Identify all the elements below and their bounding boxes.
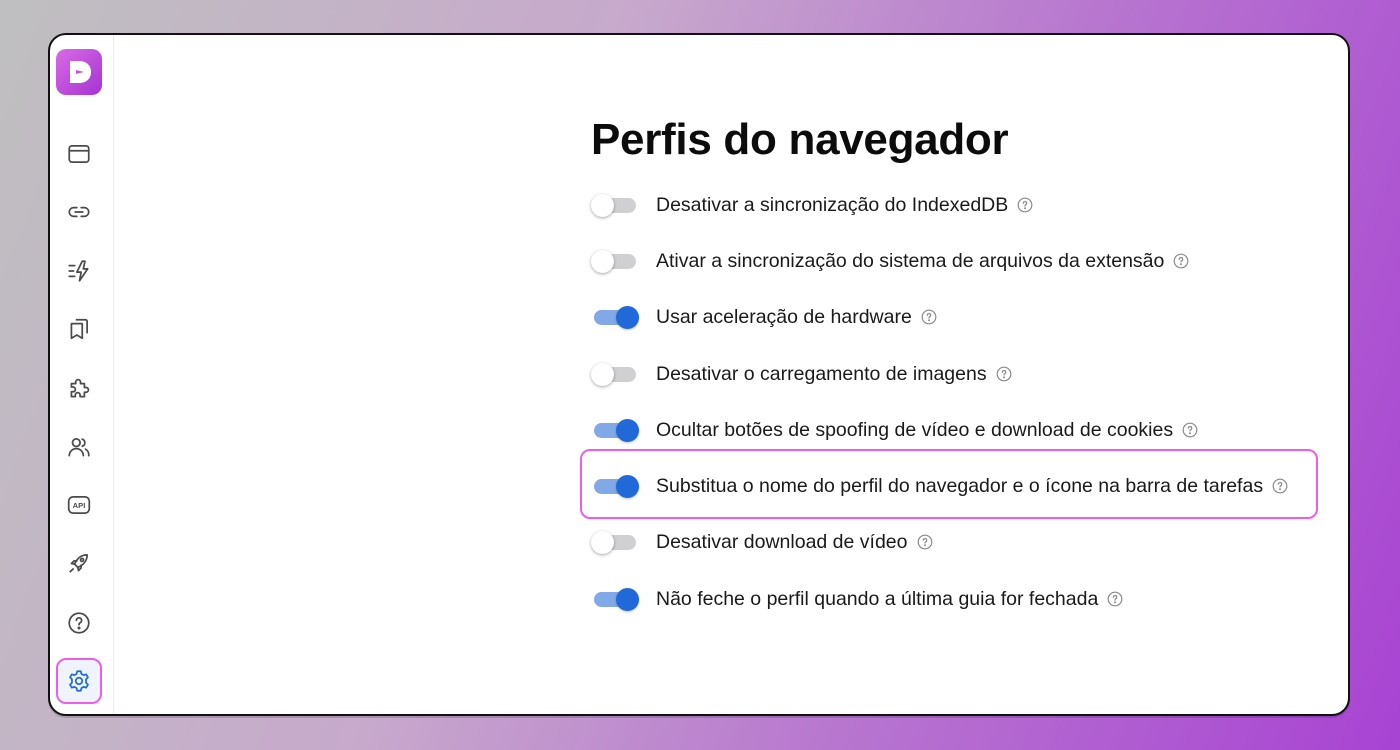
api-icon-label: API — [73, 501, 86, 510]
question-circle-icon[interactable] — [1173, 253, 1189, 269]
sidebar-item-api[interactable]: API — [56, 482, 102, 528]
sidebar-item-launch[interactable] — [56, 540, 102, 586]
toggle-switch[interactable] — [591, 582, 639, 616]
question-circle-icon[interactable] — [1272, 478, 1288, 494]
setting-row-hide-spoofing-buttons: Ocultar botões de spoofing de vídeo e do… — [591, 413, 1198, 447]
sidebar-item-profiles[interactable] — [56, 131, 102, 177]
bookmarks-icon — [70, 318, 88, 340]
extensions-icon — [70, 378, 90, 398]
sidebar: API — [50, 35, 114, 714]
gear-icon — [69, 670, 89, 692]
setting-row-disable-image-loading: Desativar o carregamento de imagens — [591, 357, 1012, 391]
sidebar-item-automation[interactable] — [56, 248, 102, 294]
question-circle-icon[interactable] — [996, 366, 1012, 382]
setting-row-disable-video-download: Desativar download de vídeo — [591, 525, 933, 559]
sidebar-item-settings[interactable] — [56, 658, 102, 704]
setting-row-enable-extension-fs-sync: Ativar a sincronização do sistema de arq… — [591, 244, 1189, 278]
toggle-switch[interactable] — [591, 300, 639, 334]
question-circle-icon[interactable] — [921, 309, 937, 325]
sidebar-item-team[interactable] — [56, 424, 102, 470]
sidebar-item-help[interactable] — [56, 600, 102, 646]
browser-window-icon — [68, 145, 90, 163]
setting-row-replace-taskbar-name-icon: Substitua o nome do perfil do navegador … — [579, 449, 1319, 519]
setting-row-hardware-acceleration: Usar aceleração de hardware — [591, 300, 937, 334]
app-window: API Perfis do navegador Desativar a sinc… — [48, 33, 1350, 716]
settings-panel: Perfis do navegador Desativar a sincroni… — [114, 35, 1348, 714]
rocket-icon — [69, 554, 88, 573]
logo-d-icon — [70, 61, 91, 83]
setting-label: Desativar o carregamento de imagens — [656, 362, 987, 385]
toggle-switch[interactable] — [591, 525, 639, 559]
toggle-switch[interactable] — [591, 357, 639, 391]
question-circle-icon[interactable] — [917, 534, 933, 550]
toggle-switch[interactable] — [591, 469, 639, 503]
toggle-switch[interactable] — [591, 188, 639, 222]
setting-label: Substitua o nome do perfil do navegador … — [656, 474, 1264, 497]
toggle-switch[interactable] — [591, 244, 639, 278]
setting-label: Desativar a sincronização do IndexedDB — [656, 193, 1009, 216]
sidebar-item-bookmarks[interactable] — [56, 306, 102, 352]
toggle-switch[interactable] — [591, 413, 639, 447]
setting-row-disable-indexeddb-sync: Desativar a sincronização do IndexedDB — [591, 188, 1033, 222]
sidebar-item-extensions[interactable] — [56, 365, 102, 411]
link-icon — [68, 206, 90, 218]
question-circle-icon[interactable] — [1107, 591, 1123, 607]
api-icon: API — [67, 496, 91, 514]
setting-label: Ativar a sincronização do sistema de arq… — [656, 249, 1165, 272]
setting-label: Usar aceleração de hardware — [656, 305, 912, 328]
help-icon — [68, 612, 90, 634]
page-title: Perfis do navegador — [591, 115, 1009, 164]
setting-label: Não feche o perfil quando a última guia … — [656, 587, 1099, 610]
setting-label: Ocultar botões de spoofing de vídeo e do… — [656, 418, 1174, 441]
question-circle-icon[interactable] — [1182, 422, 1198, 438]
question-circle-icon[interactable] — [1017, 197, 1033, 213]
automation-icon — [68, 260, 89, 282]
sidebar-item-proxies[interactable] — [56, 189, 102, 235]
app-logo[interactable] — [56, 49, 102, 95]
setting-label: Desativar download de vídeo — [656, 530, 908, 553]
users-icon — [68, 438, 90, 457]
setting-row-keep-profile-open: Não feche o perfil quando a última guia … — [591, 582, 1123, 616]
